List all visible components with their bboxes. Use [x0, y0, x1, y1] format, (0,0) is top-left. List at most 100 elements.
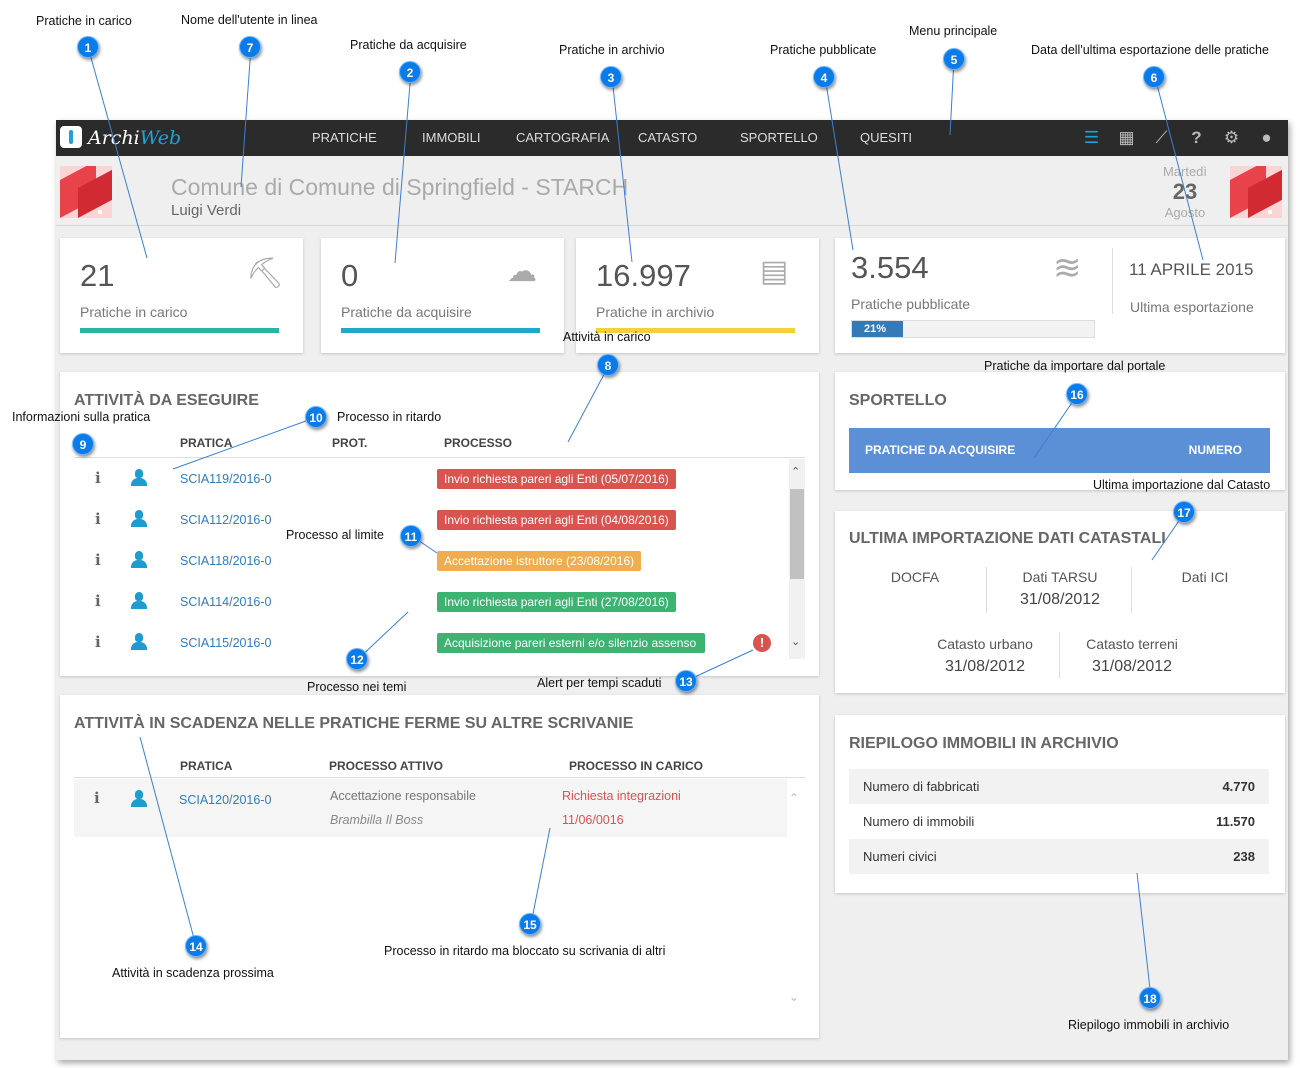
- processo-data: 11/06/0016: [562, 813, 624, 827]
- catasto-title: ULTIMA IMPORTAZIONE DATI CATASTALI: [849, 530, 1166, 547]
- comune-title: Comune di Comune di Springfield - STARCH: [171, 174, 629, 200]
- assignee-icon[interactable]: [131, 592, 147, 609]
- alert-icon[interactable]: !: [753, 634, 771, 652]
- menu-sportello[interactable]: SPORTELLO: [740, 120, 818, 156]
- menu-catasto[interactable]: CATASTO: [638, 120, 697, 156]
- processo-tag[interactable]: Acquisizione pareri esterni e/o silenzio…: [437, 633, 705, 653]
- gear-icon[interactable]: ⚙: [1214, 120, 1249, 156]
- archiweb-logo-icon[interactable]: [60, 126, 82, 148]
- pratica-link[interactable]: SCIA114/2016-0: [180, 595, 272, 609]
- col-processo: PROCESSO: [444, 436, 513, 450]
- annotation-label: Processo in ritardo: [337, 410, 442, 424]
- col-pratiche-da-acquisire: PRATICHE DA ACQUISIRE: [865, 443, 1016, 457]
- pratica-link[interactable]: SCIA120/2016-0: [179, 793, 271, 807]
- info-icon[interactable]: i: [94, 789, 100, 807]
- info-icon[interactable]: i: [95, 510, 101, 528]
- assignee-icon[interactable]: [131, 633, 147, 650]
- callout-badge: 1: [77, 36, 99, 58]
- export-date: 11 APRILE 2015: [1129, 260, 1254, 279]
- callout-badge: 3: [600, 66, 622, 88]
- stat-value: 21: [80, 258, 115, 293]
- processo-attivo: Accettazione responsabile: [330, 789, 476, 803]
- stat-card-carico[interactable]: 21 Pratiche in carico ⛏: [60, 238, 303, 353]
- annotation-label: Processo in ritardo ma bloccato su scriv…: [384, 944, 666, 958]
- callout-badge: 8: [597, 354, 619, 376]
- riepilogo-label: Numero di fabbricati: [863, 779, 980, 794]
- menu-pratiche[interactable]: PRATICHE: [312, 120, 377, 156]
- menu-quesiti[interactable]: QUESITI: [860, 120, 912, 156]
- annotation-label: Pratiche in archivio: [559, 43, 665, 57]
- menu-immobili[interactable]: IMMOBILI: [422, 120, 481, 156]
- pratica-link[interactable]: SCIA119/2016-0: [180, 472, 272, 486]
- divider: [1112, 248, 1113, 314]
- online-user-name: Luigi Verdi: [171, 202, 242, 219]
- menu-cartografia[interactable]: CARTOGRAFIA: [516, 120, 609, 156]
- col-numero: NUMERO: [1188, 443, 1242, 457]
- info-icon[interactable]: i: [95, 469, 101, 487]
- info-icon[interactable]: i: [95, 551, 101, 569]
- riepilogo-label: Numeri civici: [863, 849, 937, 864]
- pratica-link[interactable]: SCIA115/2016-0: [180, 636, 272, 650]
- processo-tag[interactable]: Invio richiesta pareri agli Enti (05/07/…: [437, 469, 676, 489]
- riepilogo-value: 11.570: [1215, 814, 1255, 829]
- list-icon[interactable]: ☰: [1074, 120, 1109, 156]
- info-icon[interactable]: i: [95, 633, 101, 651]
- table-row: i SCIA120/2016-0 Accettazione responsabi…: [74, 779, 787, 837]
- processo-tag[interactable]: Accettazione istruttore (23/08/2016): [437, 551, 642, 571]
- riepilogo-value: 4.770: [1222, 779, 1255, 794]
- callout-badge: 10: [305, 406, 327, 428]
- scroll-down-icon[interactable]: ⌄: [791, 635, 800, 648]
- pratica-link[interactable]: SCIA118/2016-0: [180, 554, 272, 568]
- annotation-label: Riepilogo immobili in archivio: [1068, 1018, 1230, 1032]
- scroll-down-icon[interactable]: ⌄: [789, 990, 799, 1004]
- assignee-icon[interactable]: [131, 790, 147, 807]
- assignee-icon[interactable]: [131, 510, 147, 527]
- calendar-icon[interactable]: ▦: [1109, 120, 1144, 156]
- catasto-panel: ULTIMA IMPORTAZIONE DATI CATASTALI DOCFA…: [835, 511, 1285, 693]
- callout-badge: 7: [239, 36, 261, 58]
- scroll-up-icon[interactable]: ⌃: [791, 465, 800, 478]
- progress-fill: 21%: [852, 321, 903, 337]
- callout-badge: 18: [1139, 987, 1161, 1009]
- wifi-icon: ≋: [1053, 249, 1082, 287]
- terreni-date: 31/08/2012: [1091, 658, 1173, 675]
- progress-track: 21%: [851, 320, 1095, 338]
- tarsu-date: 31/08/2012: [1019, 591, 1101, 608]
- sportello-table-header: PRATICHE DA ACQUISIRE NUMERO: [849, 428, 1270, 473]
- stat-card-pubblicate[interactable]: 3.554 Pratiche pubblicate 21% ≋ 11 APRIL…: [835, 238, 1285, 353]
- col-pratica: PRATICA: [180, 759, 233, 773]
- processo-tag[interactable]: Invio richiesta pareri agli Enti (04/08/…: [437, 510, 676, 530]
- annotation-label: Pratiche da importare dal portale: [984, 359, 1166, 373]
- annotation-label: Ultima importazione dal Catasto: [1093, 478, 1271, 492]
- archiweb-app: ArchiWeb PRATICHE IMMOBILI CARTOGRAFIA C…: [56, 120, 1288, 1060]
- stat-card-acquisire[interactable]: 0 Pratiche da acquisire ☁: [321, 238, 564, 353]
- callout-badge: 9: [72, 433, 94, 455]
- scroll-up-icon[interactable]: ⌃: [789, 791, 799, 805]
- stat-label: Pratiche in archivio: [596, 304, 715, 320]
- top-navbar: ArchiWeb PRATICHE IMMOBILI CARTOGRAFIA C…: [56, 120, 1288, 156]
- assignee-icon[interactable]: [131, 551, 147, 568]
- scrollbar[interactable]: ⌃ ⌄: [789, 459, 805, 659]
- processo-tag[interactable]: Invio richiesta pareri agli Enti (27/08/…: [437, 592, 676, 612]
- ici-label: Dati ICI: [1181, 569, 1229, 585]
- sportello-panel: SPORTELLO PRATICHE DA ACQUISIRE NUMERO: [835, 372, 1285, 490]
- riepilogo-panel: RIEPILOGO IMMOBILI IN ARCHIVIO Numero di…: [835, 715, 1285, 893]
- riepilogo-value: 238: [1233, 849, 1255, 864]
- assignee-icon[interactable]: [131, 469, 147, 486]
- scrollbar-thumb[interactable]: [790, 489, 804, 579]
- annotation-label: Informazioni sulla pratica: [12, 410, 151, 424]
- tarsu-label: Dati TARSU: [1022, 569, 1098, 585]
- help-icon[interactable]: ?: [1179, 120, 1214, 156]
- stat-label: Pratiche da acquisire: [341, 304, 472, 320]
- riepilogo-row: Numero di fabbricati 4.770: [849, 769, 1269, 804]
- annotation-label: Pratiche da acquisire: [350, 38, 467, 52]
- user-icon[interactable]: ●: [1249, 120, 1284, 156]
- col-processo-in-carico: PROCESSO IN CARICO: [569, 759, 704, 773]
- col-processo-attivo: PROCESSO ATTIVO: [329, 759, 444, 773]
- riepilogo-label: Numero di immobili: [863, 814, 975, 829]
- info-icon[interactable]: i: [95, 592, 101, 610]
- callout-badge: 6: [1143, 66, 1165, 88]
- chart-icon[interactable]: ⟋: [1144, 120, 1179, 156]
- pratica-link[interactable]: SCIA112/2016-0: [180, 513, 272, 527]
- annotation-label: Pratiche in carico: [36, 14, 132, 28]
